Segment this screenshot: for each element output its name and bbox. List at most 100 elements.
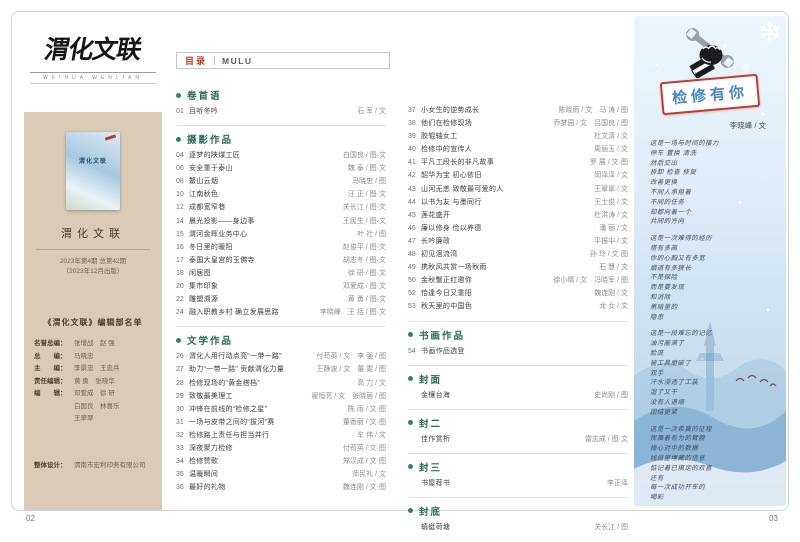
poem-stanza: 这是一次希冀的征程 挥舞着有为的臂膀 操心对中的数据 线缆里埋藏的信息 惦记着已…: [650, 425, 786, 503]
entry-author: 石 慧 / 文: [599, 262, 628, 272]
toc-entry: 52恰逢今日又重阳魏连刚 / 文: [408, 288, 628, 301]
entry-author: 郑汉成 / 文·图: [343, 456, 386, 466]
entry-author: 付苟英 / 文·图: [343, 443, 386, 453]
toc-entry: 01且听冬吟石 军 / 文: [176, 106, 386, 119]
toc-entry: 54书画作品选登: [408, 346, 628, 359]
entry-title: 山河无恙 致敬最可爱的人: [421, 184, 588, 194]
roster-label: 主 编：: [34, 363, 74, 376]
geese-icon: [734, 372, 780, 390]
entry-title: 成都宽窄巷: [189, 202, 337, 212]
roster-row: 白国良 林喜乐: [34, 401, 152, 414]
roster-names: 张增战 赵 强: [74, 338, 115, 351]
roster-label: 名誉总编：: [34, 338, 74, 351]
entry-title: 金秋蟹正红邀你: [421, 275, 547, 285]
page-number-right: 03: [769, 514, 778, 523]
entry-author: 关长江 / 图·文: [343, 202, 386, 212]
entry-author: 魏 泰 / 图·文: [348, 163, 386, 173]
toc-entry: 15渭河金辉业务中心叶 社 / 图: [176, 229, 386, 242]
entry-number: 46: [408, 225, 421, 232]
toc-entry: 12成都宽窄巷关长江 / 图·文: [176, 202, 386, 215]
entry-title: 逐梦的陕煤工匠: [189, 150, 337, 160]
entry-number: 12: [176, 204, 189, 211]
design-label: 整体设计：: [34, 460, 74, 473]
entry-author: 牟 伟 / 文: [357, 430, 386, 440]
entry-title: 晨光投影——身边事: [189, 216, 337, 226]
toc-entry: 33深夜聚力检修付苟英 / 文·图: [176, 443, 386, 456]
section-cover-three: 封三 书屋荐书李正泽: [408, 460, 628, 498]
toc-entry: 36最好的礼物魏连刚 / 文·图: [176, 482, 386, 495]
entry-title: 闲居图: [189, 268, 342, 278]
entry-number: 50: [408, 277, 421, 284]
toc-entry: 32检修路上责任与担当并行牟 伟 / 文: [176, 430, 386, 443]
entry-number: 22: [176, 296, 189, 303]
toc-entry: 14晨光投影——身边事王民生 / 图·文: [176, 216, 386, 229]
section-sheying: 摄影作品 04逐梦的陕煤工匠白国良 / 图·文 06安全重于泰山魏 泰 / 图·…: [176, 132, 386, 327]
toc-entry: 16冬日里的暖阳赵俊平 / 图·文: [176, 242, 386, 255]
toc-entry: 佳作赏析雷志成 / 图·文: [408, 434, 628, 447]
snowflake-icon: ❄: [757, 16, 782, 51]
editorial-board-title: 《渭化文联》编辑部名单: [34, 317, 152, 328]
entry-number: 49: [408, 264, 421, 271]
entry-title: 检修路上责任与担当并行: [189, 430, 351, 440]
entry-title: 初见洄流湾: [421, 249, 584, 259]
entry-number: 30: [176, 406, 189, 413]
toc-entry: 17泰国大皇宫的玉佛寺胡志冬 / 图·文: [176, 255, 386, 268]
poem-title-stamp: 检修有你: [660, 74, 761, 115]
roster-row: 名誉总编：张增战 赵 强: [34, 338, 152, 351]
section-back-cover: 封底 蜻蜓荷塘关长江 / 图: [408, 504, 628, 541]
entry-title: 秋天里的中国色: [421, 301, 593, 311]
entry-title: 书屋荐书: [408, 478, 601, 488]
toc-entry: 35温暖瞬间师民礼 / 文: [176, 469, 386, 482]
entry-title: 冲锋在前线的“检修之星”: [189, 404, 342, 414]
poem-stanza: 这是一次难得的经历 塔有多高 你的心胸又有多宽 烟道有多狭长 不是探险 而是要发…: [650, 234, 786, 322]
toc-entry: 42韶华为宝 初心依旧闵泽泽 / 文: [408, 170, 628, 183]
toc-column-1: 卷首语 01且听冬吟石 军 / 文 摄影作品 04逐梦的陕煤工匠白国良 / 图·…: [176, 86, 386, 542]
entry-author: 王士俊 / 文: [594, 197, 628, 207]
cover-accent-mark: [105, 134, 116, 140]
toc-entry: 53秋天里的中国色龙 女 / 文: [408, 301, 628, 314]
magazine-logo-en: WEIHUA WENLIAN: [30, 72, 156, 84]
entry-title: 冬日里的暖阳: [189, 242, 337, 252]
toc-header: 目录 MULU: [176, 52, 390, 69]
entry-number: 26: [176, 353, 189, 360]
entry-title: 鳌山云烟: [189, 176, 346, 186]
magazine-name: 渭化文联: [34, 225, 152, 241]
entry-number: 10: [176, 191, 189, 198]
roster-row: 编 辑：邓爱成 徐 研: [34, 388, 152, 401]
section-title: 封二: [419, 416, 442, 430]
section-title: 封三: [419, 460, 442, 474]
entry-author: 乔梦园 / 文 吕国良 / 图: [553, 118, 628, 128]
entry-title: 致敬最美理工: [189, 391, 305, 401]
toc-title-en: MULU: [222, 56, 253, 66]
toc-entry: 29致敬最美理工翟恒亮 / 文 张晓丽 / 图: [176, 391, 386, 404]
entry-title: 长吟廉政: [421, 236, 588, 246]
entry-number: 48: [408, 251, 421, 258]
roster-names: 王翠翠: [74, 413, 94, 426]
section-heading: 卷首语: [176, 88, 386, 102]
entry-title: 金镶台海: [408, 390, 588, 400]
toc-entry: 48初见洄流湾孙 玲 / 文·图: [408, 249, 628, 262]
issue-number: 2023年第4期 总第42期: [34, 257, 152, 267]
left-sidebar: 渭化文联 WEIHUA WENLIAN 渭化文联 渭化文联 2023年第4期 总…: [24, 16, 162, 510]
toc-entry: 49携秋风共赏一场秋雨石 慧 / 文: [408, 262, 628, 275]
entry-number: 44: [408, 199, 421, 206]
toc-entry: 38他们在检修现场乔梦园 / 文 吕国良 / 图: [408, 118, 628, 131]
toc-entry: 30冲锋在前线的“检修之星”陈 雨 / 文·图: [176, 404, 386, 417]
entry-author: 龙 女 / 文: [599, 301, 628, 311]
magazine-logo: 渭化文联: [21, 30, 165, 66]
entry-title: 韶华为宝 初心依旧: [421, 170, 588, 180]
toc-title-cn: 目录: [185, 54, 207, 67]
section-bullet: [408, 420, 413, 425]
section-front-cover: 封面 金镶台海史尚刚 / 图: [408, 372, 628, 410]
entry-author: 汪 正 / 图·文: [348, 189, 386, 199]
roster-names: 马晓忠: [74, 351, 94, 364]
entry-number: 24: [176, 309, 189, 316]
entry-author: 孙 玲 / 文·图: [590, 249, 628, 259]
entry-number: 08: [176, 178, 189, 185]
entry-number: 35: [176, 471, 189, 478]
entry-title: 检修中的宣传人: [421, 144, 588, 154]
section-heading: 封二: [408, 416, 628, 430]
entry-author: 闵泽泽 / 文: [594, 170, 628, 180]
toc-entry: 18闲居图徐 研 / 图·文: [176, 268, 386, 281]
entry-title: 以书为友 与墨同行: [421, 197, 588, 207]
